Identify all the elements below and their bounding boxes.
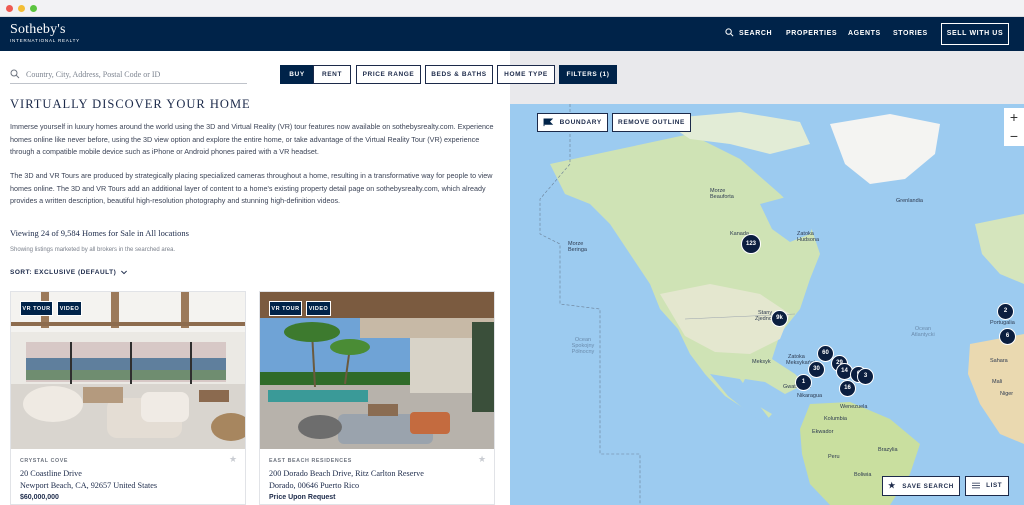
- map-label-pacific-3: Północny: [571, 349, 595, 355]
- listing-card[interactable]: VR TOUR VIDEO CRYSTAL COVE ★ 20 Coastlin…: [10, 291, 246, 505]
- maximize-window-dot[interactable]: [30, 5, 37, 12]
- price-range-filter[interactable]: PRICE RANGE: [356, 65, 421, 84]
- boundary-button[interactable]: BOUNDARY: [537, 113, 608, 132]
- top-navigation: Sotheby's INTERNATIONAL REALTY SEARCH PR…: [0, 17, 1024, 51]
- map-cluster-pin[interactable]: 6: [999, 328, 1016, 345]
- map-label-greenland: Grenlandia: [896, 198, 923, 204]
- search-icon[interactable]: [725, 28, 734, 37]
- list-icon: [971, 482, 980, 489]
- map-label-peru: Peru: [828, 454, 840, 460]
- brand-name: Sotheby's: [10, 22, 66, 37]
- sort-label: SORT: EXCLUSIVE (DEFAULT): [10, 269, 117, 276]
- map-cluster-pin[interactable]: 9k: [771, 310, 788, 327]
- map-label-brazil: Brazylia: [878, 447, 898, 453]
- map-label-colombia: Kolumbia: [824, 416, 847, 422]
- map-label-ecuador: Ekwador: [812, 429, 834, 435]
- nav-stories[interactable]: STORIES: [893, 30, 928, 37]
- results-note: Showing listings marketed by all brokers…: [10, 247, 176, 253]
- zoom-in-button[interactable]: +: [1004, 108, 1024, 127]
- map-label-hudson-2: Hudsona: [797, 237, 820, 243]
- map-label-mali: Mali: [992, 379, 1003, 385]
- listing-tag: CRYSTAL COVE: [20, 458, 69, 464]
- sort-dropdown[interactable]: SORT: EXCLUSIVE (DEFAULT): [10, 269, 127, 276]
- map-cluster-pin[interactable]: 3: [857, 368, 874, 385]
- map-label-bolivia: Boliwia: [854, 472, 872, 478]
- save-search-button[interactable]: ★ SAVE SEARCH: [882, 476, 960, 496]
- map-cluster-pin[interactable]: 2: [997, 303, 1014, 320]
- intro-paragraph: Immerse yourself in luxury homes around …: [10, 122, 494, 156]
- save-search-label: SAVE SEARCH: [902, 483, 954, 490]
- map-cluster-pin[interactable]: 16: [839, 380, 856, 397]
- home-type-filter[interactable]: HOME TYPE: [497, 65, 555, 84]
- beds-baths-filter[interactable]: BEDS & BATHS: [425, 65, 493, 84]
- address-line-2: Newport Beach, CA, 92657 United States: [20, 480, 158, 490]
- filters-button[interactable]: FILTERS (1): [559, 65, 617, 84]
- remove-outline-button[interactable]: REMOVE OUTLINE: [612, 113, 691, 132]
- listing-price: $60,000,000: [20, 494, 59, 501]
- list-label: LIST: [986, 482, 1003, 489]
- vr-tour-badge: VR TOUR: [20, 301, 53, 316]
- flag-icon: [543, 118, 554, 126]
- listing-address[interactable]: 200 Dorado Beach Drive, Ritz Carlton Res…: [269, 468, 424, 491]
- nav-agents[interactable]: AGENTS: [848, 30, 881, 37]
- map-label-sahara: Sahara: [990, 358, 1008, 364]
- map-label-bering-2: Beringa: [568, 247, 587, 253]
- location-search: [10, 67, 247, 84]
- map-label-niger: Niger: [1000, 391, 1014, 397]
- listing-card[interactable]: VR TOUR VIDEO EAST BEACH RESIDENCES ★ 20…: [259, 291, 495, 505]
- map-label-beaufort-2: Beauforta: [710, 194, 734, 200]
- brand-logo[interactable]: Sotheby's INTERNATIONAL REALTY: [10, 23, 80, 44]
- map-label-nicaragua: Nikaragua: [797, 393, 823, 399]
- address-line-1: 200 Dorado Beach Drive, Ritz Carlton Res…: [269, 469, 424, 478]
- map-terrain[interactable]: [510, 104, 1024, 505]
- star-icon: ★: [888, 481, 896, 490]
- boundary-label: BOUNDARY: [559, 119, 602, 126]
- rent-toggle[interactable]: RENT: [313, 65, 351, 84]
- nav-properties[interactable]: PROPERTIES: [786, 30, 837, 37]
- browser-chrome: [0, 0, 1024, 17]
- vr-tour-badge: VR TOUR: [269, 301, 302, 316]
- video-badge: VIDEO: [306, 301, 331, 316]
- listing-address[interactable]: 20 Coastline Drive Newport Beach, CA, 92…: [20, 468, 157, 491]
- sell-with-us-button[interactable]: SELL WITH US: [941, 23, 1009, 45]
- address-line-1: 20 Coastline Drive: [20, 469, 82, 478]
- list-view-button[interactable]: LIST: [965, 476, 1009, 496]
- favorite-star-icon[interactable]: ★: [478, 454, 486, 465]
- listing-tag: EAST BEACH RESIDENCES: [269, 458, 352, 464]
- zoom-out-button[interactable]: −: [1004, 127, 1024, 146]
- listing-price: Price Upon Request: [269, 494, 336, 501]
- close-window-dot[interactable]: [6, 5, 13, 12]
- map-label-atlantic-2: Atlantycki: [911, 332, 935, 338]
- details-paragraph: The 3D and VR Tours are produced by stra…: [10, 171, 493, 205]
- magnifier-icon: [10, 69, 20, 79]
- map-cluster-pin[interactable]: 1: [795, 374, 812, 391]
- address-line-2: Dorado, 00646 Puerto Rico: [269, 480, 360, 490]
- buy-toggle[interactable]: BUY: [280, 65, 314, 84]
- map-view[interactable]: Grenlandia Kanada Zatoka Hudsona Morze B…: [510, 104, 1024, 505]
- location-search-input[interactable]: [26, 67, 246, 81]
- results-count: Viewing 24 of 9,584 Homes for Sale in Al…: [10, 228, 189, 238]
- map-label-portugal: Portugalia: [990, 320, 1015, 326]
- map-cluster-pin[interactable]: 123: [741, 234, 761, 254]
- brand-subtitle: INTERNATIONAL REALTY: [10, 38, 80, 43]
- chevron-down-icon: [120, 270, 127, 275]
- map-cluster-pin[interactable]: 30: [808, 361, 825, 378]
- nav-search[interactable]: SEARCH: [739, 30, 772, 37]
- video-badge: VIDEO: [57, 301, 82, 316]
- map-label-venezuela: Wenezuela: [840, 404, 868, 410]
- favorite-star-icon[interactable]: ★: [229, 454, 237, 465]
- results-panel: BUY RENT PRICE RANGE BEDS & BATHS HOME T…: [0, 51, 617, 505]
- minimize-window-dot[interactable]: [18, 5, 25, 12]
- map-label-mexico: Meksyk: [752, 359, 771, 365]
- page-title: VIRTUALLY DISCOVER YOUR HOME: [10, 97, 251, 111]
